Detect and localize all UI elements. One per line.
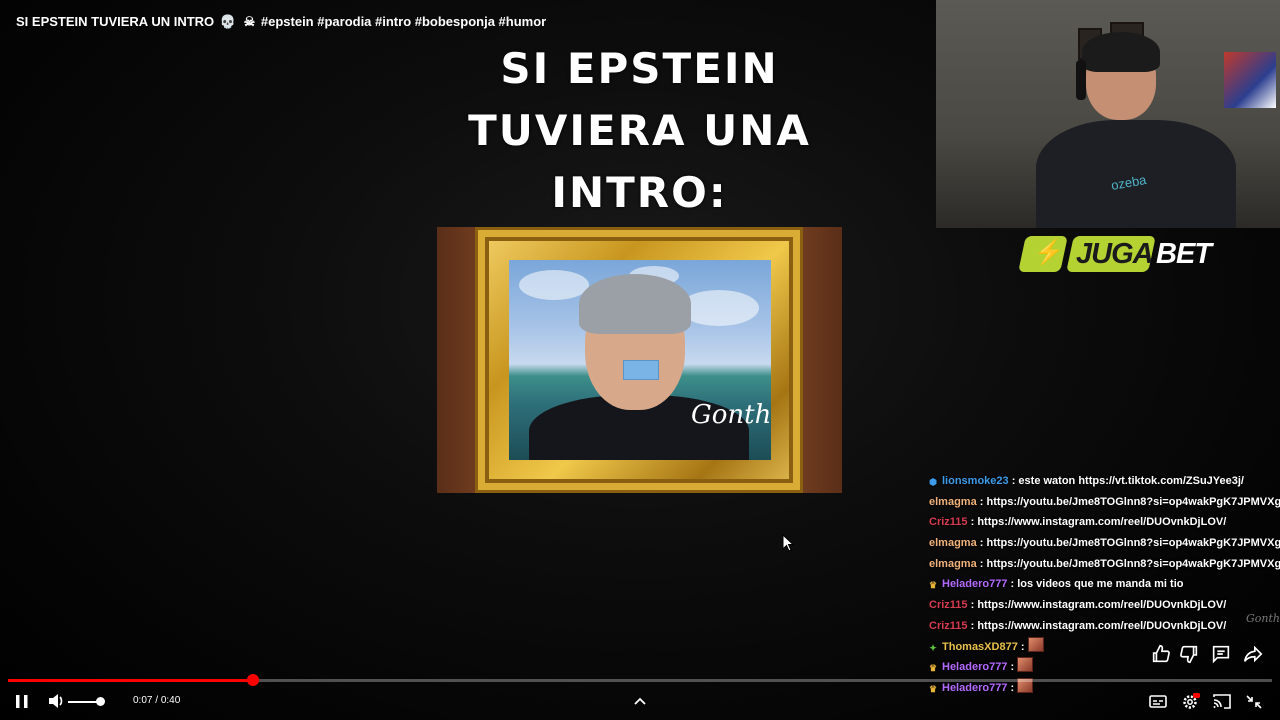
time-separator: / (152, 695, 161, 706)
chat-message: Criz115 : https://www.instagram.com/reel… (928, 616, 1280, 637)
progress-bar[interactable] (8, 674, 1272, 686)
chevron-up-icon[interactable] (631, 690, 649, 717)
chat-username: elmagma (929, 537, 977, 550)
chat-message: ⬢ lionsmoke23 : este waton https://vt.tik… (928, 471, 1280, 492)
like-icon[interactable] (1150, 643, 1172, 665)
volume-knob[interactable] (96, 697, 105, 706)
crown-icon: ♛ (928, 580, 938, 591)
chat-text: : https://www.instagram.com/reel/DUOvnkD… (970, 599, 1227, 612)
chat-message: elmagma : https://youtu.be/Jme8TOGlnn8?s… (928, 554, 1280, 575)
chat-username: Heladero777 (942, 578, 1008, 591)
comment-icon[interactable] (1210, 643, 1232, 665)
portrait-painting: Gonth (509, 260, 771, 460)
chat-text: : https://www.instagram.com/reel/DUOvnkD… (970, 619, 1227, 632)
captions-icon[interactable] (1148, 690, 1168, 717)
chat-text: : https://youtu.be/Jme8TOGlnn8?si=op4wak… (979, 537, 1280, 550)
chat-username: Criz115 (929, 516, 968, 529)
sponsor-brand-part2: BET (1156, 238, 1212, 270)
tape-over-mouth (623, 360, 659, 380)
progress-scrubber[interactable] (246, 674, 259, 686)
title-text: SI EPSTEIN TUVIERA UN INTRO (16, 14, 215, 29)
chat-username: ThomasXD877 (942, 640, 1018, 653)
framed-portrait: Gonth (437, 227, 842, 493)
chat-text: : los videos que me manda mi tio (1010, 578, 1184, 591)
current-time: 0:07 (133, 695, 153, 706)
painting-signature: Gonth (691, 400, 771, 430)
chat-message: elmagma : https://youtu.be/Jme8TOGlnn8?s… (928, 492, 1280, 513)
gear-icon[interactable] (1180, 690, 1200, 717)
share-icon[interactable] (1242, 643, 1264, 665)
chat-text: : (1020, 640, 1025, 653)
pause-icon[interactable] (12, 690, 32, 717)
video-title: SI EPSTEIN TUVIERA UN INTRO 💀 ☠ #epstein… (16, 14, 546, 30)
meme-caption-line: SI EPSTEIN (500, 44, 779, 93)
chat-message: ♛ Heladero777 : los videos que me manda m… (928, 574, 1280, 595)
mouse-cursor-icon (782, 534, 794, 552)
side-actions (1150, 643, 1270, 665)
emote-icon (1027, 636, 1044, 652)
crown-icon: ♛ (928, 663, 938, 674)
lightning-icon: ⚡ (1034, 239, 1064, 266)
chat-message: elmagma : https://youtu.be/Jme8TOGlnn8?s… (928, 533, 1280, 554)
streamer-webcam: ozeba (936, 0, 1280, 228)
chat-message: Criz115 : https://www.instagram.com/reel… (928, 512, 1280, 533)
wall-poster (1224, 52, 1276, 108)
chat-username: lionsmoke23 (942, 475, 1009, 487)
player-controls: 0:07 / 0:40 (0, 688, 1280, 716)
sponsor-logo: ⚡ JUGA BET (1018, 234, 1256, 274)
chat-text: : este waton https://vt.tiktok.com/ZSuJY… (1011, 475, 1244, 487)
gold-frame: Gonth (475, 227, 803, 493)
chat-message: Criz115 : https://www.instagram.com/reel… (928, 595, 1280, 616)
volume-icon[interactable] (46, 690, 66, 717)
diamond-icon: ✦ (929, 642, 937, 653)
chat-text: : (1010, 661, 1015, 674)
cube-icon: ⬢ (929, 477, 937, 487)
headset-icon (1076, 60, 1086, 100)
portrait-hair (579, 274, 691, 334)
exit-fullscreen-icon[interactable] (1244, 690, 1264, 717)
emote-icon (1017, 657, 1034, 673)
chat-username: elmagma (929, 495, 977, 508)
chat-username: Criz115 (929, 599, 968, 612)
chat-text: : https://youtu.be/Jme8TOGlnn8?si=op4wak… (979, 495, 1280, 508)
chat-username: Heladero777 (942, 661, 1008, 674)
skull-icon: 💀 (219, 14, 236, 29)
time-display: 0:07 / 0:40 (133, 695, 180, 706)
progress-played (8, 679, 253, 682)
cast-icon[interactable] (1212, 690, 1232, 717)
sponsor-brand-part1: JUGA (1076, 238, 1154, 270)
skull-crossbones-icon: ☠ (243, 14, 256, 29)
video-player[interactable]: SI EPSTEIN TUVIERA UN INTRO 💀 ☠ #epstein… (0, 0, 1280, 720)
chat-username: Criz115 (929, 619, 968, 632)
duration: 0:40 (160, 695, 181, 706)
title-hashtags: #epstein #parodia #intro #bobesponja #hu… (260, 14, 547, 29)
dislike-icon[interactable] (1178, 643, 1200, 665)
meme-caption-line: TUVIERA UNA (468, 106, 811, 155)
watermark: Gonth (1246, 612, 1280, 625)
meme-caption: SI EPSTEIN TUVIERA UNA INTRO: (437, 38, 842, 224)
streamer-hair (1082, 32, 1160, 72)
chat-username: elmagma (929, 557, 977, 570)
chat-text: : https://youtu.be/Jme8TOGlnn8?si=op4wak… (979, 557, 1280, 570)
chat-text: : https://www.instagram.com/reel/DUOvnkD… (970, 516, 1227, 529)
meme-caption-line: INTRO: (551, 168, 728, 217)
